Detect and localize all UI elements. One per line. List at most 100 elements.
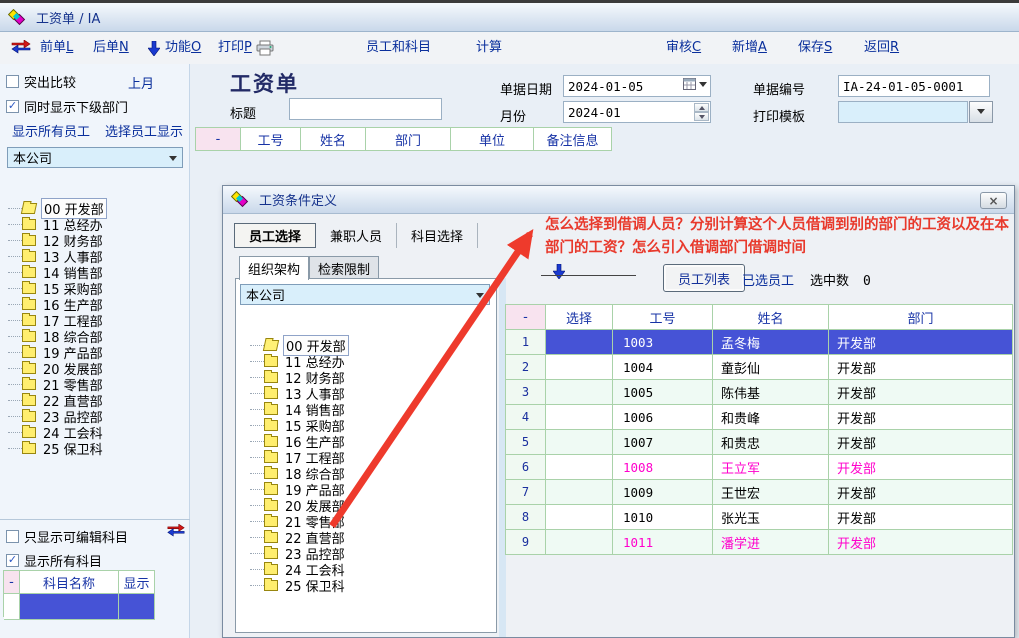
select-cell[interactable] — [546, 455, 613, 480]
employee-name-cell: 潘学进 — [713, 530, 829, 555]
select-cell[interactable] — [546, 430, 613, 455]
only-editable-label: 只显示可编辑科目 — [24, 527, 128, 546]
dropdown-arrow-icon[interactable] — [969, 101, 993, 123]
select-cell[interactable] — [546, 380, 613, 405]
folder-icon — [22, 299, 36, 310]
column-header[interactable]: - — [4, 571, 20, 594]
button-label: 新增 — [732, 40, 758, 55]
column-header[interactable]: 部门 — [366, 128, 451, 151]
subtab-org-structure[interactable]: 组织架构 — [239, 256, 309, 280]
select-cell[interactable] — [546, 330, 613, 355]
dialog-department-tree: 00 开发部11 总经办12 财务部13 人事部14 销售部15 采购部16 生… — [246, 337, 349, 593]
show-all-staff-link[interactable]: 显示所有员工 — [12, 121, 90, 140]
column-header[interactable]: 备注信息 — [534, 128, 612, 151]
subtab-search-limit[interactable]: 检索限制 — [309, 256, 379, 279]
compare-label: 突出比较 — [24, 72, 76, 91]
row-number: 5 — [506, 430, 546, 455]
folder-icon — [22, 379, 36, 390]
next-doc-button[interactable]: 后单N — [93, 39, 129, 57]
add-button[interactable]: 新增A — [732, 39, 767, 57]
column-header[interactable]: 显示 — [119, 571, 155, 594]
folder-icon — [264, 436, 278, 447]
tree-connector — [8, 208, 22, 209]
down-arrow-icon[interactable] — [148, 41, 160, 59]
calculate-button[interactable]: 计算 — [476, 39, 502, 57]
folder-icon — [22, 347, 36, 358]
doc-no-value: IA-24-01-05-0001 — [843, 79, 963, 94]
show-all-subjects-checkbox[interactable] — [6, 554, 19, 567]
column-header[interactable]: - — [196, 128, 241, 151]
employee-list-button[interactable]: 员工列表 — [663, 264, 745, 292]
selected-employees-link[interactable]: 已选员工 — [742, 270, 794, 289]
tree-connector — [250, 553, 264, 554]
folder-icon — [264, 484, 278, 495]
month-label: 月份 — [500, 106, 526, 125]
spinner-down-icon[interactable] — [694, 112, 709, 121]
spinner-up-icon[interactable] — [694, 103, 709, 112]
select-cell[interactable] — [546, 505, 613, 530]
folder-icon — [264, 452, 278, 463]
show-sub-depts-checkbox[interactable] — [6, 100, 19, 113]
folder-icon — [264, 468, 278, 479]
column-header[interactable]: 科目名称 — [20, 571, 119, 594]
dialog-company-select[interactable]: 本公司 — [240, 284, 490, 305]
select-cell[interactable] — [546, 355, 613, 380]
mnemonic: O — [191, 40, 201, 55]
salary-condition-dialog: 工资条件定义 × 员工选择 兼职人员 科目选择 组织架构 检索限制 本公司 00… — [222, 185, 1015, 638]
column-header[interactable]: 单位 — [451, 128, 534, 151]
employee-name-cell: 王立军 — [713, 455, 829, 480]
tab-part-time[interactable]: 兼职人员 — [316, 223, 397, 248]
select-cell[interactable] — [546, 405, 613, 430]
subject-show-cell[interactable] — [119, 594, 155, 620]
functions-button[interactable]: 功能O — [165, 39, 201, 57]
column-header[interactable]: 姓名 — [301, 128, 366, 151]
only-editable-checkbox[interactable] — [6, 530, 19, 543]
select-cell[interactable] — [546, 530, 613, 555]
column-header[interactable]: 工号 — [613, 305, 713, 330]
employee-id-cell: 1007 — [613, 430, 713, 455]
select-staff-link[interactable]: 选择员工显示 — [105, 121, 183, 140]
column-header[interactable]: - — [506, 305, 546, 330]
tree-item-25[interactable]: 25 保卫科 — [4, 440, 107, 456]
dropdown-arrow-icon[interactable] — [699, 82, 707, 91]
print-template-select[interactable] — [838, 101, 968, 123]
column-header[interactable]: 选择 — [546, 305, 613, 330]
show-all-subjects-checkbox-row: 显示所有科目 — [6, 551, 102, 570]
print-button[interactable]: 打印P — [218, 39, 252, 57]
last-month-link[interactable]: 上月 — [128, 73, 154, 92]
doc-no-input[interactable]: IA-24-01-05-0001 — [838, 75, 990, 97]
subject-name-cell[interactable] — [20, 594, 119, 620]
compare-checkbox[interactable] — [6, 75, 19, 88]
selected-count-value: 0 — [863, 274, 871, 289]
tree-connector — [250, 441, 264, 442]
month-input[interactable]: 2024-01 — [563, 101, 711, 123]
column-header[interactable]: 部门 — [829, 305, 1013, 330]
printer-icon[interactable] — [255, 40, 275, 59]
audit-button[interactable]: 审核C — [666, 39, 701, 57]
show-sub-depts-label: 同时显示下级部门 — [24, 97, 128, 116]
swap-icon[interactable] — [10, 40, 32, 57]
save-button[interactable]: 保存S — [798, 39, 832, 57]
tab-subject-select[interactable]: 科目选择 — [397, 223, 478, 248]
close-icon[interactable]: × — [980, 192, 1007, 209]
company-select-value: 本公司 — [246, 285, 285, 304]
calendar-icon[interactable] — [683, 78, 696, 94]
employee-filter-input[interactable] — [541, 254, 636, 276]
column-header[interactable]: 工号 — [241, 128, 301, 151]
folder-icon — [22, 443, 36, 454]
company-select[interactable]: 本公司 — [7, 147, 183, 168]
doc-date-input[interactable]: 2024-01-05 — [563, 75, 711, 97]
select-cell[interactable] — [546, 480, 613, 505]
back-button[interactable]: 返回R — [864, 39, 899, 57]
prev-doc-button[interactable]: 前单L — [40, 39, 73, 57]
column-header[interactable]: 姓名 — [713, 305, 829, 330]
dialog-titlebar: 工资条件定义 × — [223, 186, 1014, 214]
compare-checkbox-row: 突出比较 — [6, 72, 76, 91]
tree-item-25[interactable]: 25 保卫科 — [246, 577, 349, 593]
folder-icon — [264, 500, 278, 511]
swap-icon[interactable] — [166, 524, 186, 540]
mnemonic: N — [119, 40, 129, 55]
tab-employee-select[interactable]: 员工选择 — [234, 223, 316, 248]
caption-input[interactable] — [289, 98, 442, 120]
staff-subjects-button[interactable]: 员工和科目 — [366, 39, 431, 57]
